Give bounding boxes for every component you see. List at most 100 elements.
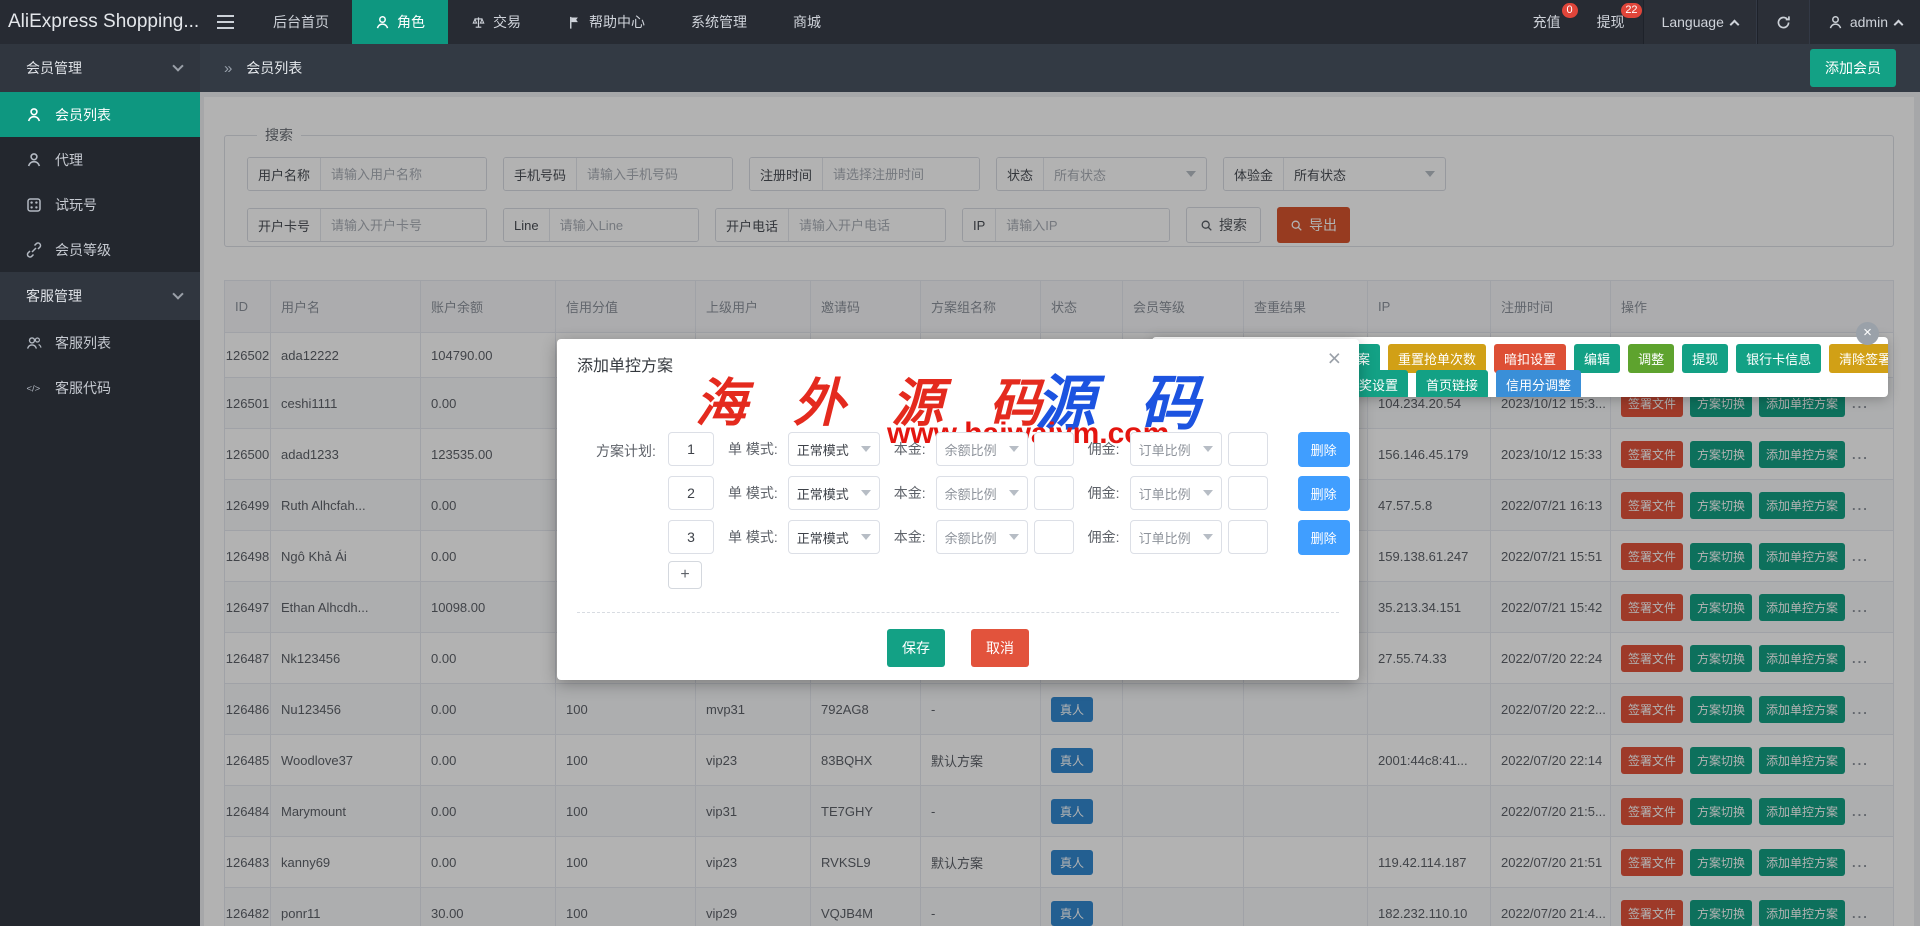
principal-select[interactable]: 余额比例 [936,520,1028,554]
sidebar-item-代理[interactable]: 代理 [0,137,200,182]
commission-value-input[interactable] [1228,432,1268,466]
add-plan-row-button[interactable]: + [668,561,702,589]
select-value: 订单比例 [1139,440,1191,459]
sidebar-item-试玩号[interactable]: 试玩号 [0,182,200,227]
breadcrumb-bar: » 会员列表 添加会员 [200,44,1920,92]
sidebar-item-会员等级[interactable]: 会员等级 [0,227,200,272]
top-nav-right: 充值 0 提现 22 Language admin [1515,0,1920,44]
popover-action-银行卡信息[interactable]: 银行卡信息 [1736,344,1821,373]
modal-close-icon[interactable]: × [1328,345,1341,372]
sidebar-item-label: 会员列表 [55,105,111,125]
sidebar-item-会员列表[interactable]: 会员列表 [0,92,200,137]
sidebar-group-客服管理[interactable]: 客服管理 [0,272,200,320]
chevron-down-icon [172,60,183,71]
delete-plan-row-button[interactable]: 删除 [1298,476,1350,511]
popover-action-暗扣设置[interactable]: 暗扣设置 [1494,344,1566,373]
commission-label: 佣金: [1088,483,1120,503]
principal-value-input[interactable] [1034,476,1074,510]
recharge-label: 充值 [1533,12,1561,32]
sidebar-group-会员管理[interactable]: 会员管理 [0,44,200,92]
admin-menu[interactable]: admin [1810,0,1920,44]
link-icon [26,242,42,258]
breadcrumb-chevrons-icon: » [224,60,232,77]
nav-item-交易[interactable]: 交易 [448,0,544,44]
nav-item-系统管理[interactable]: 系统管理 [668,0,770,44]
sidebar: 会员管理会员列表代理试玩号会员等级客服管理客服列表 </> 客服代码 [0,44,200,926]
commission-select[interactable]: 订单比例 [1130,520,1222,554]
popover-action-信用分调整[interactable]: 信用分调整 [1496,370,1581,397]
popover-actions-row-1: 方案重置抢单次数暗扣设置编辑调整提现银行卡信息清除签署信息 [1334,344,1888,373]
sidebar-item-label: 会员等级 [55,240,111,260]
refresh-icon [1776,15,1791,30]
delete-plan-row-button[interactable]: 删除 [1298,520,1350,555]
cancel-button[interactable]: 取消 [971,629,1029,667]
mode-select[interactable]: 正常模式 [788,520,880,554]
scales-icon [471,15,486,30]
select-value: 余额比例 [945,484,997,503]
sidebar-item-客服列表[interactable]: 客服列表 [0,320,200,365]
principal-select[interactable]: 余额比例 [936,432,1028,466]
commission-value-input[interactable] [1228,476,1268,510]
principal-label: 本金: [894,439,926,459]
withdraw-button[interactable]: 提现 22 [1579,0,1643,44]
add-member-button[interactable]: 添加会员 [1810,49,1896,87]
modal-footer-divider [577,612,1339,613]
language-menu[interactable]: Language [1643,0,1757,44]
select-value: 余额比例 [945,528,997,547]
nav-item-帮助中心[interactable]: 帮助中心 [544,0,668,44]
popover-action-编辑[interactable]: 编辑 [1574,344,1620,373]
hamburger-menu-icon[interactable] [200,0,250,44]
mode-select[interactable]: 正常模式 [788,432,880,466]
select-value: 正常模式 [797,440,849,459]
nav-item-后台首页[interactable]: 后台首页 [250,0,352,44]
popover-action-首页链接[interactable]: 首页链接 [1416,370,1488,397]
commission-select[interactable]: 订单比例 [1130,476,1222,510]
sidebar-item-客服代码[interactable]: </> 客服代码 [0,365,200,410]
breadcrumb-label: 会员列表 [246,60,302,76]
sidebar-group-label: 客服管理 [26,286,82,306]
person-icon [26,152,42,168]
plan-row-3: 单 模式:正常模式本金:余额比例佣金:订单比例删除 [668,520,1350,554]
people-icon [26,335,42,351]
plan-count-input[interactable] [668,432,714,466]
flag-icon [567,15,582,30]
select-value: 余额比例 [945,440,997,459]
principal-label: 本金: [894,483,926,503]
save-button[interactable]: 保存 [887,629,945,667]
modal-title: 添加单控方案 [577,352,673,376]
popover-action-调整[interactable]: 调整 [1628,344,1674,373]
nav-item-label: 角色 [397,12,425,32]
principal-value-input[interactable] [1034,432,1074,466]
chevron-down-icon [861,534,871,540]
popover-action-清除签署信息[interactable]: 清除签署信息 [1829,344,1888,373]
unit-mode-label: 单 模式: [728,439,778,459]
popover-action-提现[interactable]: 提现 [1682,344,1728,373]
refresh-button[interactable] [1757,0,1810,44]
recharge-button[interactable]: 充值 0 [1515,0,1579,44]
sidebar-item-label: 客服代码 [55,378,111,398]
delete-plan-row-button[interactable]: 删除 [1298,432,1350,467]
mode-select[interactable]: 正常模式 [788,476,880,510]
unit-mode-label: 单 模式: [728,483,778,503]
modal-footer: 保存 取消 [557,629,1359,667]
principal-value-input[interactable] [1034,520,1074,554]
plan-count-input[interactable] [668,476,714,510]
person-icon [26,107,42,123]
commission-value-input[interactable] [1228,520,1268,554]
nav-item-角色[interactable]: 角色 [352,0,448,44]
nav-item-商城[interactable]: 商城 [770,0,844,44]
select-value: 订单比例 [1139,528,1191,547]
admin-label: admin [1850,14,1888,30]
popover-close-button[interactable]: × [1856,322,1879,345]
svg-text:</>: </> [27,383,41,394]
popover-action-重置抢单次数[interactable]: 重置抢单次数 [1388,344,1486,373]
select-value: 正常模式 [797,528,849,547]
principal-select[interactable]: 余额比例 [936,476,1028,510]
dice-icon [26,197,42,213]
plan-count-input[interactable] [668,520,714,554]
plan-row-1: 单 模式:正常模式本金:余额比例佣金:订单比例删除 [668,432,1350,466]
person-icon [375,15,390,30]
breadcrumb: » 会员列表 [224,58,302,78]
commission-select[interactable]: 订单比例 [1130,432,1222,466]
chevron-down-icon [1203,446,1213,452]
